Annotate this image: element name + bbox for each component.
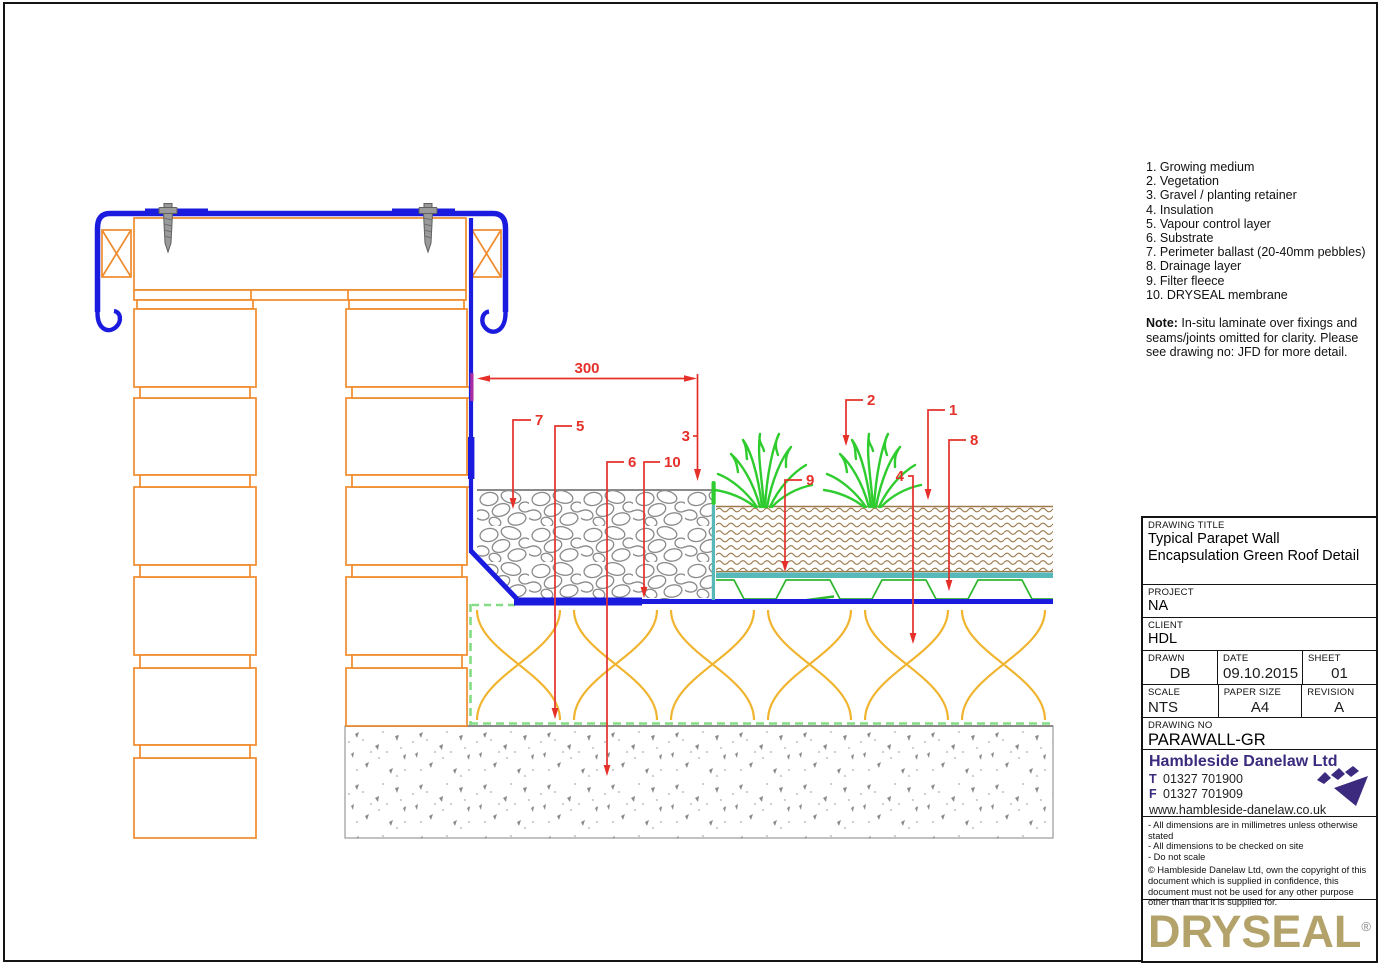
legend-item: 8. Drainage layer xyxy=(1146,259,1378,273)
dryseal-logo-text: DRYSEAL xyxy=(1148,906,1361,957)
legend-item: 7. Perimeter ballast (20-40mm pebbles) xyxy=(1146,245,1378,259)
fax-value: 01327 701909 xyxy=(1163,787,1243,801)
drainage-layer xyxy=(716,578,1053,602)
phone-value: 01327 701900 xyxy=(1163,772,1243,786)
scale-label: SCALE xyxy=(1148,687,1213,698)
drawing-title-line1: Typical Parapet Wall xyxy=(1148,531,1371,548)
disclaimer-line1: - All dimensions are in millimetres unle… xyxy=(1148,820,1371,841)
paper-size-value: A4 xyxy=(1224,699,1297,716)
drawn-date-sheet-row: DRAWN DB DATE 09.10.2015 SHEET 01 xyxy=(1143,651,1376,685)
vegetation-clump-1 xyxy=(715,434,812,507)
paper-size-label: PAPER SIZE xyxy=(1224,687,1297,698)
date-value: 09.10.2015 xyxy=(1223,665,1297,682)
title-block: DRAWING TITLE Typical Parapet Wall Encap… xyxy=(1141,516,1378,963)
callout-9: 9 xyxy=(806,472,814,489)
note-text: In-situ laminate over fixings and seams/… xyxy=(1146,316,1358,359)
scale-cell: SCALE NTS xyxy=(1143,685,1219,717)
drawing-no-label: DRAWING NO xyxy=(1148,720,1371,731)
concrete-substrate xyxy=(345,726,1053,838)
filter-fleece-layer xyxy=(716,573,1053,579)
legend-item: 10. DRYSEAL membrane xyxy=(1146,288,1378,302)
callout-8: 8 xyxy=(970,432,978,449)
callout-1: 1 xyxy=(949,402,957,419)
legend-item: 6. Substrate xyxy=(1146,231,1378,245)
sheet-label: SHEET xyxy=(1308,653,1371,664)
disclaimer-line2: - All dimensions to be checked on site xyxy=(1148,841,1371,852)
drawn-value: DB xyxy=(1148,665,1212,682)
fleece-edge-upstand xyxy=(712,505,715,600)
dryseal-logo: DRYSEAL® xyxy=(1148,909,1371,954)
planting-retainer xyxy=(712,481,716,505)
company-block: Hambleside Danelaw Ltd T01327 701900 F01… xyxy=(1143,750,1376,817)
phone-label: T xyxy=(1149,772,1163,786)
date-cell: DATE 09.10.2015 xyxy=(1218,651,1303,684)
disclaimer-block: - All dimensions are in millimetres unle… xyxy=(1143,817,1376,900)
paper-size-cell: PAPER SIZE A4 xyxy=(1219,685,1303,717)
insulation-layer xyxy=(470,607,1050,723)
dimension-text: 300 xyxy=(574,360,599,377)
registered-mark: ® xyxy=(1361,919,1371,934)
note: Note: In-situ laminate over fixings and … xyxy=(1146,316,1378,360)
drawing-sheet: { "legend": { "items": [ "1. Growing med… xyxy=(0,0,1400,966)
scale-paper-revision-row: SCALE NTS PAPER SIZE A4 REVISION A xyxy=(1143,685,1376,718)
note-label: Note: xyxy=(1146,316,1178,330)
drawing-no-value: PARAWALL-GR xyxy=(1148,731,1371,750)
client-row: CLIENT HDL xyxy=(1143,618,1376,651)
timber-noggin-left xyxy=(102,230,131,277)
revision-cell: REVISION A xyxy=(1302,685,1376,717)
drawing-title-label: DRAWING TITLE xyxy=(1148,520,1371,531)
fax-label: F xyxy=(1149,787,1163,801)
timber-blocking xyxy=(134,218,466,290)
legend-item: 4. Insulation xyxy=(1146,203,1378,217)
callout-3: 3 xyxy=(682,428,690,445)
sheet-cell: SHEET 01 xyxy=(1303,651,1376,684)
legend-item: 2. Vegetation xyxy=(1146,174,1378,188)
callout-6: 6 xyxy=(628,454,636,471)
legend-item: 9. Filter fleece xyxy=(1146,274,1378,288)
scale-value: NTS xyxy=(1148,699,1213,716)
legend: 1. Growing medium 2. Vegetation 3. Grave… xyxy=(1146,160,1378,302)
drawing-title-line2: Encapsulation Green Roof Detail xyxy=(1148,548,1371,565)
drawn-cell: DRAWN DB xyxy=(1143,651,1218,684)
callout-5: 5 xyxy=(576,418,584,435)
project-value: NA xyxy=(1148,598,1371,614)
drawing-title-row: DRAWING TITLE Typical Parapet Wall Encap… xyxy=(1143,518,1376,585)
disclaimer-line3: - Do not scale xyxy=(1148,852,1371,863)
parapet-green-roof-detail-drawing: 300 7 5 6 10 3 9 2 4 1 8 xyxy=(0,0,1140,966)
date-label: DATE xyxy=(1223,653,1297,664)
revision-label: REVISION xyxy=(1307,687,1371,698)
callout-7: 7 xyxy=(535,412,543,429)
drawn-label: DRAWN xyxy=(1148,653,1212,664)
legend-item: 1. Growing medium xyxy=(1146,160,1378,174)
client-value: HDL xyxy=(1148,631,1371,647)
callout-10: 10 xyxy=(664,454,681,471)
drawing-no-row: DRAWING NO PARAWALL-GR xyxy=(1143,718,1376,750)
project-label: PROJECT xyxy=(1148,587,1371,598)
sheet-value: 01 xyxy=(1308,665,1371,682)
callout-2: 2 xyxy=(867,392,875,409)
client-label: CLIENT xyxy=(1148,620,1371,631)
hambleside-logo-icon xyxy=(1314,764,1370,808)
legend-item: 5. Vapour control layer xyxy=(1146,217,1378,231)
growing-medium-layer xyxy=(716,506,1053,572)
timber-noggin-right xyxy=(472,230,501,277)
vegetation-clump-2 xyxy=(824,434,921,507)
revision-value: A xyxy=(1307,699,1371,716)
project-row: PROJECT NA xyxy=(1143,585,1376,618)
dryseal-logo-box: DRYSEAL® xyxy=(1143,900,1376,963)
legend-item: 3. Gravel / planting retainer xyxy=(1146,188,1378,202)
callout-4: 4 xyxy=(896,468,905,485)
